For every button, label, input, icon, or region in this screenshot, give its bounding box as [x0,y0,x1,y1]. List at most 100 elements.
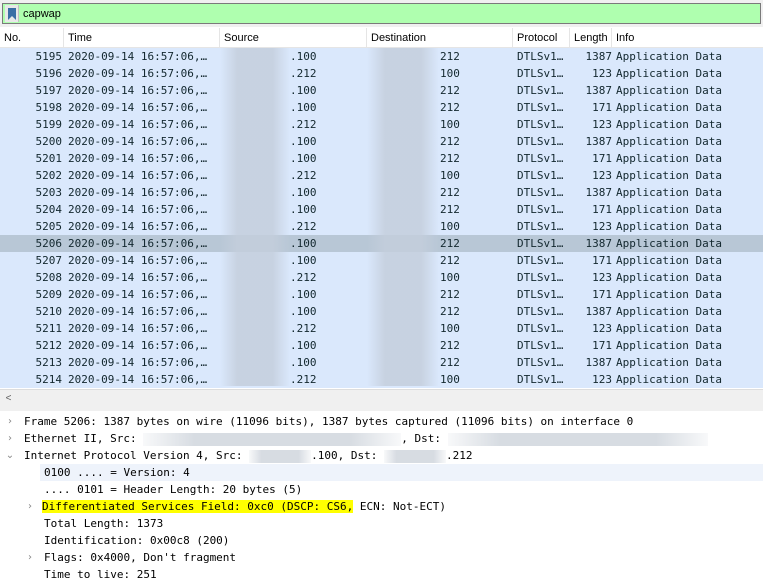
packet-source: .212 [290,220,317,233]
packet-source: .212 [290,67,317,80]
packet-no: 5202 [35,169,63,182]
packet-length: 171 [592,339,612,352]
packet-info: Application Data [616,203,722,216]
packet-info: Application Data [616,67,722,80]
packet-source: .212 [290,322,317,335]
packet-destination: 100 [440,271,460,284]
packet-source: .100 [290,237,317,250]
packet-destination: 212 [440,254,460,267]
column-protocol[interactable]: Protocol [513,28,570,48]
packet-destination: 100 [440,169,460,182]
column-destination[interactable]: Destination [367,28,513,48]
packet-protocol: DTLSv1… [517,186,564,199]
tree-item-ethernet[interactable]: › Ethernet II, Src: , Dst: [0,430,763,447]
tree-item-version[interactable]: 0100 .... = Version: 4 [0,464,763,481]
packet-info: Application Data [616,356,722,369]
tree-item-header-length[interactable]: .... 0101 = Header Length: 20 bytes (5) [0,481,763,498]
tree-item-flags[interactable]: › Flags: 0x4000, Don't fragment [0,549,763,566]
tree-item-ipv4[interactable]: ⌄ Internet Protocol Version 4, Src: .100… [0,447,763,464]
column-no[interactable]: No. [0,28,64,48]
packet-time: 2020-09-14 16:57:06,… [68,169,208,182]
packet-no: 5195 [35,50,63,63]
packet-no: 5213 [35,356,63,369]
packet-source: .100 [290,203,317,216]
packet-no: 5212 [35,339,63,352]
packet-length: 171 [592,203,612,216]
packet-info: Application Data [616,254,722,267]
packet-info: Application Data [616,135,722,148]
chevron-right-icon[interactable]: › [4,413,16,430]
packet-destination: 212 [440,101,460,114]
packet-info: Application Data [616,50,722,63]
redacted-source-column [220,48,290,386]
column-info[interactable]: Info [612,28,763,48]
packet-destination: 212 [440,152,460,165]
packet-time: 2020-09-14 16:57:06,… [68,101,208,114]
column-source[interactable]: Source [220,28,367,48]
packet-source: .212 [290,169,317,182]
chevron-right-icon[interactable]: › [4,430,16,447]
packet-info: Application Data [616,288,722,301]
packet-no: 5211 [35,322,63,335]
packet-destination: 212 [440,50,460,63]
packet-no: 5203 [35,186,63,199]
dsfield-ecn: ECN: Not-ECT) [353,500,446,513]
packet-time: 2020-09-14 16:57:06,… [68,67,208,80]
packet-protocol: DTLSv1… [517,254,564,267]
packet-time: 2020-09-14 16:57:06,… [68,50,208,63]
packet-no: 5196 [35,67,63,80]
packet-destination: 212 [440,84,460,97]
tree-item-total-length[interactable]: Total Length: 1373 [0,515,763,532]
packet-length: 1387 [585,356,613,369]
ip-dst-suffix: .212 [446,449,473,462]
packet-destination: 100 [440,373,460,386]
packet-info: Application Data [616,152,722,165]
packet-length: 1387 [585,50,613,63]
packet-no: 5207 [35,254,63,267]
packet-source: .212 [290,373,317,386]
packet-no: 5198 [35,101,63,114]
packet-info: Application Data [616,373,722,386]
tree-item-ttl[interactable]: Time to live: 251 [0,566,763,582]
packet-source: .100 [290,135,317,148]
packet-length: 123 [592,220,612,233]
tree-item-identification[interactable]: Identification: 0x00c8 (200) [0,532,763,549]
filter-text[interactable]: capwap [23,8,61,20]
packet-protocol: DTLSv1… [517,271,564,284]
chevron-right-icon[interactable]: › [24,549,36,566]
packet-source: .100 [290,339,317,352]
chevron-right-icon[interactable]: › [24,498,36,515]
column-time[interactable]: Time [64,28,220,48]
packet-protocol: DTLSv1… [517,50,564,63]
scroll-left-icon[interactable]: < [0,390,17,406]
display-filter-input[interactable]: capwap [2,3,761,24]
packet-no: 5208 [35,271,63,284]
tree-item-dsfield[interactable]: › Differentiated Services Field: 0xc0 (D… [0,498,763,515]
tree-item-frame[interactable]: › Frame 5206: 1387 bytes on wire (11096 … [0,413,763,430]
packet-time: 2020-09-14 16:57:06,… [68,220,208,233]
packet-no: 5214 [35,373,63,386]
packet-time: 2020-09-14 16:57:06,… [68,135,208,148]
horizontal-scrollbar[interactable]: < [0,389,763,405]
redacted-dst-mac [447,432,708,446]
column-length[interactable]: Length [570,28,612,48]
packet-length: 1387 [585,305,613,318]
chevron-down-icon[interactable]: ⌄ [4,447,16,464]
packet-destination: 100 [440,322,460,335]
packet-no: 5199 [35,118,63,131]
packet-info: Application Data [616,84,722,97]
packet-time: 2020-09-14 16:57:06,… [68,84,208,97]
ip-src-suffix: .100, Dst: [311,449,378,462]
packet-protocol: DTLSv1… [517,67,564,80]
packet-time: 2020-09-14 16:57:06,… [68,271,208,284]
packet-source: .100 [290,305,317,318]
bookmark-icon[interactable] [5,5,19,22]
packet-time: 2020-09-14 16:57:06,… [68,237,208,250]
packet-time: 2020-09-14 16:57:06,… [68,322,208,335]
packet-info: Application Data [616,220,722,233]
packet-info: Application Data [616,101,722,114]
packet-destination: 212 [440,288,460,301]
packet-protocol: DTLSv1… [517,152,564,165]
packet-destination: 212 [440,356,460,369]
packet-no: 5209 [35,288,63,301]
